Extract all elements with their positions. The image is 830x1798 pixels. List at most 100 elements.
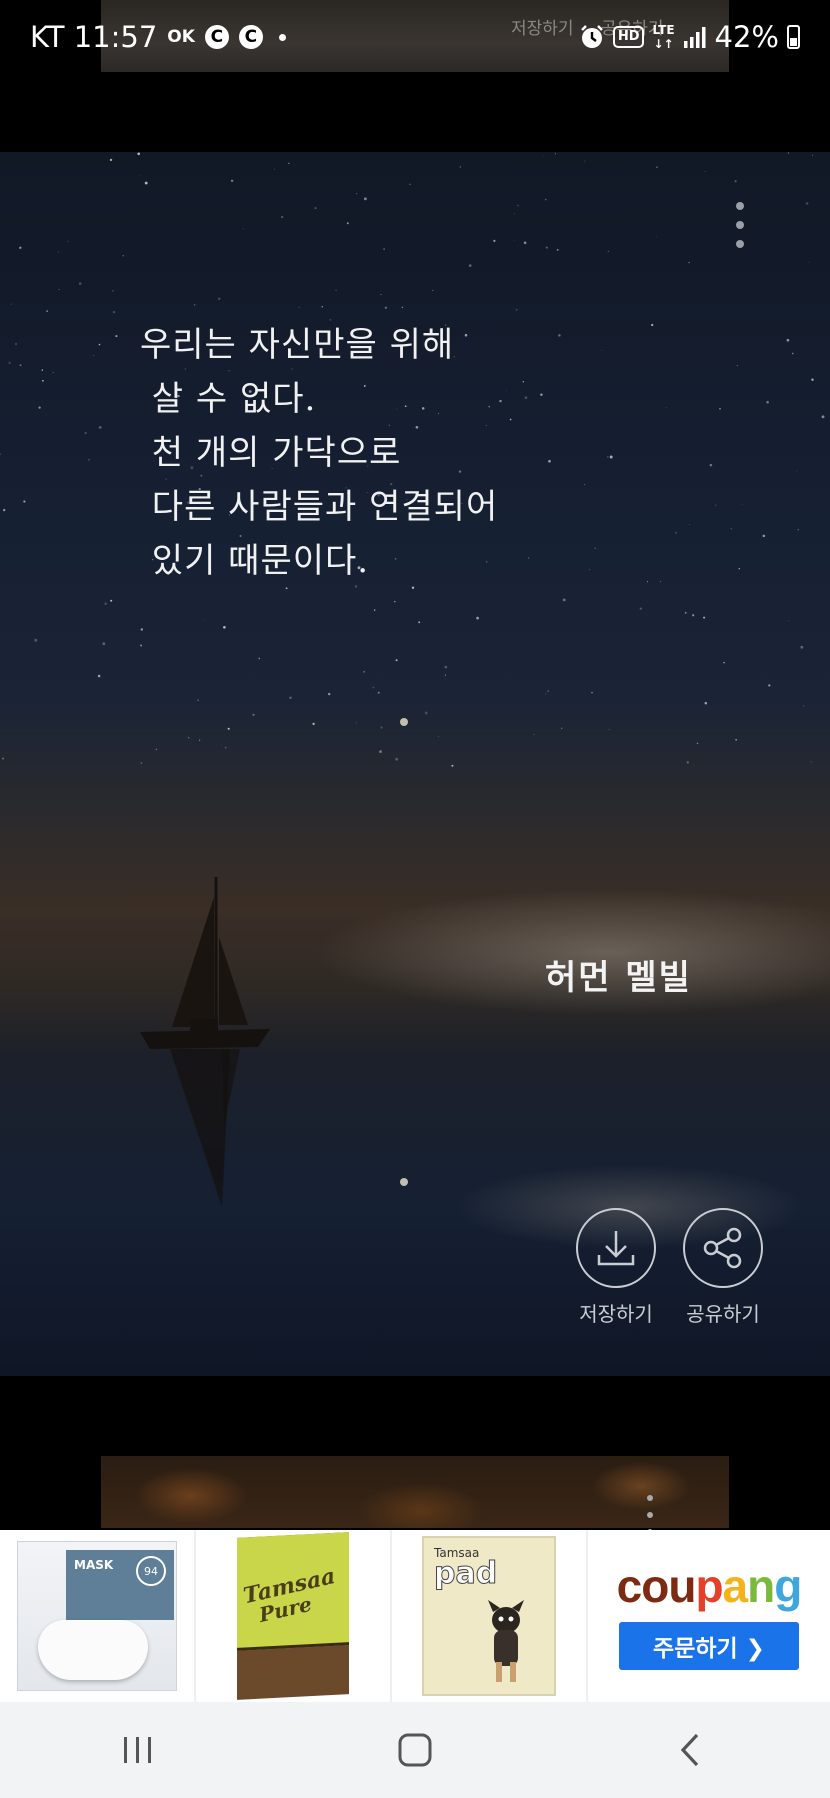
star [2,508,6,512]
home-button[interactable] [375,1720,455,1780]
star [281,215,284,219]
star [805,202,809,205]
star [432,290,434,292]
star [115,335,118,338]
previous-save-label[interactable]: 저장하기 [511,19,574,39]
hd-voice-icon: HD [612,26,645,48]
star [738,567,741,570]
ad-product-pad[interactable]: Tamsaa pad [392,1530,588,1702]
quote-card[interactable]: 우리는 자신만을 위해 살 수 없다. 천 개의 가닥으로 다른 사람들과 연결… [0,152,830,1376]
star [395,757,398,761]
quote-line: 살 수 없다. [140,379,317,419]
star [394,600,396,603]
star [808,261,810,263]
save-button[interactable]: 저장하기 [576,1208,656,1327]
home-icon [398,1733,432,1767]
star [42,379,44,382]
recent-apps-button[interactable] [98,1720,178,1780]
star [766,400,769,404]
star [363,670,366,673]
quote-line: 다른 사람들과 연결되어 [140,487,499,527]
star [67,240,69,242]
star [797,529,799,531]
alarm-icon [580,25,603,48]
star [812,154,814,156]
star [38,406,41,409]
share-button[interactable]: 공유하기 [683,1208,763,1327]
star [383,248,385,250]
back-icon [680,1733,698,1767]
star [493,239,496,243]
kf94-badge: 94 [136,1556,166,1586]
star [540,393,543,396]
battery-fill [790,37,797,46]
quote-line: 있기 때문이다. [140,541,370,581]
star [584,483,586,485]
coupang-ad[interactable]: coupang 주문하기 ❯ [588,1530,830,1702]
recent-apps-icon [124,1737,152,1763]
next-card-more-icon[interactable] [645,1495,655,1535]
star [709,463,713,467]
star [230,179,234,183]
back-button[interactable] [652,1720,732,1780]
quote-line: 우리는 자신만을 위해 [140,325,455,365]
star [98,425,102,429]
star [533,733,535,735]
star [811,378,814,381]
star [437,736,439,738]
star [692,614,695,617]
star [98,343,101,346]
star [204,619,206,621]
ad-product-mask[interactable]: MASK 94 [0,1530,196,1702]
battery-percent: 42% [714,20,779,54]
star [545,246,548,249]
c-notification-icon-2: C [238,25,263,49]
star [513,240,515,241]
quote-line: 천 개의 가닥으로 [140,433,402,473]
star [561,727,563,729]
quote-author: 허먼 멜빌 [545,958,692,998]
star [506,389,507,391]
star [703,616,706,619]
star [109,158,113,162]
star [0,453,1,455]
star [734,180,737,183]
star [372,686,375,689]
star [242,228,244,230]
star [762,534,766,538]
star [244,770,245,772]
ad-banner[interactable]: MASK 94 Tamsaa Pure Tamsaa pad coupang 주… [0,1530,830,1702]
star [696,742,699,745]
star [8,361,11,365]
star [800,645,804,649]
star [363,197,367,201]
star [356,722,357,724]
star [335,289,337,292]
star [19,364,22,367]
star [601,350,603,351]
ad-product-tissue[interactable]: Tamsaa Pure [196,1530,392,1702]
star [736,365,738,367]
star [112,310,116,314]
star [84,431,87,435]
star [528,557,530,559]
ok-cashbag-icon: OK [167,27,195,47]
order-button[interactable]: 주문하기 ❯ [619,1622,799,1670]
next-quote-card[interactable] [101,1456,729,1528]
star [468,264,472,267]
more-options-icon[interactable] [730,202,750,248]
star [688,261,690,264]
mask-product-image: MASK 94 [17,1541,177,1691]
star [515,308,518,311]
star [401,306,404,309]
c-notification-icon: C [204,25,229,49]
star [199,739,201,741]
star [93,354,94,356]
star [607,250,609,252]
star [554,153,556,155]
star [41,369,44,371]
star [218,297,221,300]
star [187,737,190,739]
star [589,569,591,571]
star [418,621,421,624]
